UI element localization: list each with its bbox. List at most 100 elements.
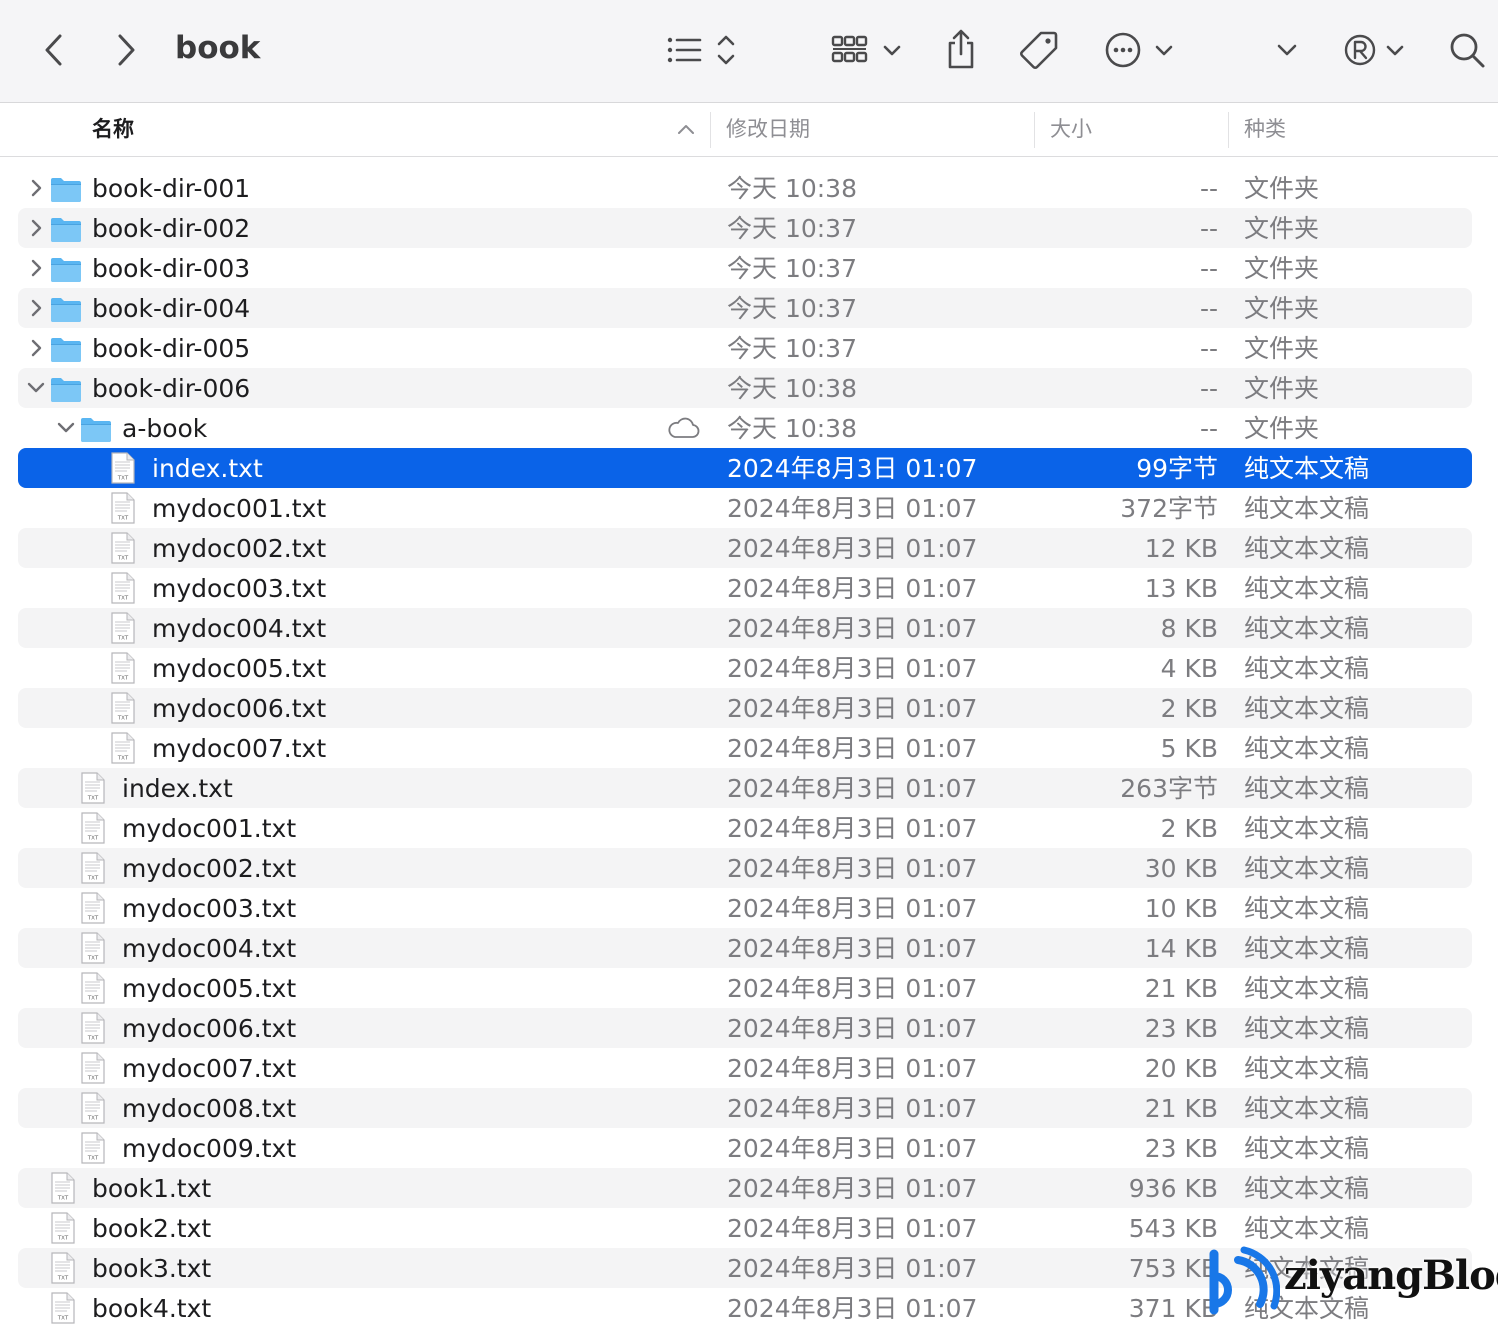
- svg-text:TXT: TXT: [117, 716, 129, 722]
- disclosure-expanded-icon[interactable]: [56, 417, 76, 439]
- svg-text:TXT: TXT: [87, 956, 99, 962]
- list-view-icon: [667, 35, 735, 65]
- modified-date: 今天 10:38: [727, 374, 857, 403]
- folder-row[interactable]: book-dir-002 今天 10:37 -- 文件夹: [18, 208, 1472, 248]
- file-row[interactable]: TXT mydoc002.txt 2024年8月3日 01:07 12 KB 纯文本文稿: [18, 528, 1472, 568]
- folder-row[interactable]: a-book 今天 10:38 -- 文件夹: [18, 408, 1472, 448]
- forward-button[interactable]: [108, 28, 144, 72]
- file-row[interactable]: TXT mydoc006.txt 2024年8月3日 01:07 2 KB 纯文本文稿: [18, 688, 1472, 728]
- file-row[interactable]: TXT index.txt 2024年8月3日 01:07 263字节 纯文本文稿: [18, 768, 1472, 808]
- share-button[interactable]: [940, 26, 982, 72]
- svg-text:TXT: TXT: [87, 1036, 99, 1042]
- svg-text:TXT: TXT: [87, 836, 99, 842]
- modified-date: 2024年8月3日 01:07: [727, 1054, 978, 1083]
- modified-date: 2024年8月3日 01:07: [727, 574, 978, 603]
- file-row[interactable]: TXT mydoc003.txt 2024年8月3日 01:07 13 KB 纯文本文稿: [18, 568, 1472, 608]
- column-size-header[interactable]: 大小: [1050, 103, 1092, 156]
- view-mode-button[interactable]: [660, 30, 740, 70]
- folder-row[interactable]: book-dir-004 今天 10:37 -- 文件夹: [18, 288, 1472, 328]
- group-button[interactable]: [828, 28, 906, 72]
- file-kind: 纯文本文稿: [1244, 1134, 1370, 1163]
- file-kind: 纯文本文稿: [1244, 614, 1370, 643]
- modified-date: 今天 10:38: [727, 414, 857, 443]
- disclosure-collapsed-icon[interactable]: [26, 257, 46, 279]
- chevron-down-icon: [1277, 44, 1297, 56]
- tag-button[interactable]: [1016, 28, 1062, 72]
- folder-row[interactable]: book-dir-001 今天 10:38 -- 文件夹: [18, 168, 1472, 208]
- file-name: book-dir-005: [92, 334, 251, 363]
- column-divider[interactable]: [710, 112, 711, 148]
- file-row[interactable]: TXT mydoc005.txt 2024年8月3日 01:07 21 KB 纯文本文稿: [18, 968, 1472, 1008]
- disclosure-collapsed-icon[interactable]: [26, 217, 46, 239]
- file-row[interactable]: TXT mydoc007.txt 2024年8月3日 01:07 20 KB 纯文本文稿: [18, 1048, 1472, 1088]
- file-kind: 文件夹: [1244, 174, 1320, 203]
- txt-file-icon: TXT: [51, 1172, 75, 1204]
- back-button[interactable]: [36, 28, 72, 72]
- column-kind-header[interactable]: 种类: [1244, 103, 1286, 156]
- file-name: mydoc002.txt: [152, 534, 327, 563]
- disclosure-collapsed-icon[interactable]: [26, 177, 46, 199]
- txt-file-icon: TXT: [81, 1012, 105, 1044]
- file-row[interactable]: TXT mydoc007.txt 2024年8月3日 01:07 5 KB 纯文本文稿: [18, 728, 1472, 768]
- column-divider[interactable]: [1034, 112, 1035, 148]
- file-row[interactable]: TXT mydoc002.txt 2024年8月3日 01:07 30 KB 纯文本文稿: [18, 848, 1472, 888]
- modified-date: 2024年8月3日 01:07: [727, 654, 978, 683]
- txt-file-icon: TXT: [81, 812, 105, 844]
- svg-text:TXT: TXT: [117, 636, 129, 642]
- file-row[interactable]: TXT book1.txt 2024年8月3日 01:07 936 KB 纯文本文稿: [18, 1168, 1472, 1208]
- folder-row[interactable]: book-dir-003 今天 10:37 -- 文件夹: [18, 248, 1472, 288]
- file-size: 372字节: [1120, 494, 1218, 523]
- file-row[interactable]: TXT mydoc006.txt 2024年8月3日 01:07 23 KB 纯文本文稿: [18, 1008, 1472, 1048]
- modified-date: 2024年8月3日 01:07: [727, 894, 978, 923]
- file-kind: 纯文本文稿: [1244, 934, 1370, 963]
- modified-date: 今天 10:37: [727, 334, 857, 363]
- svg-text:TXT: TXT: [87, 1076, 99, 1082]
- file-size: --: [1199, 254, 1218, 283]
- search-button[interactable]: [1444, 28, 1490, 72]
- file-row[interactable]: TXT mydoc005.txt 2024年8月3日 01:07 4 KB 纯文本文稿: [18, 648, 1472, 688]
- file-kind: 文件夹: [1244, 334, 1320, 363]
- file-kind: 文件夹: [1244, 294, 1320, 323]
- file-row[interactable]: TXT mydoc004.txt 2024年8月3日 01:07 8 KB 纯文本文稿: [18, 608, 1472, 648]
- file-kind: 纯文本文稿: [1244, 1174, 1370, 1203]
- file-row[interactable]: TXT mydoc009.txt 2024年8月3日 01:07 23 KB 纯文本文稿: [18, 1128, 1472, 1168]
- folder-row[interactable]: book-dir-006 今天 10:38 -- 文件夹: [18, 368, 1472, 408]
- disclosure-collapsed-icon[interactable]: [26, 337, 46, 359]
- folder-row[interactable]: book-dir-005 今天 10:37 -- 文件夹: [18, 328, 1472, 368]
- registered-button[interactable]: [1340, 28, 1410, 72]
- file-name: a-book: [122, 414, 208, 443]
- disclosure-expanded-icon[interactable]: [26, 377, 46, 399]
- file-size: 99字节: [1136, 454, 1218, 483]
- dropdown-button[interactable]: [1270, 34, 1304, 66]
- file-size: 5 KB: [1160, 734, 1218, 763]
- file-row[interactable]: TXT mydoc004.txt 2024年8月3日 01:07 14 KB 纯文本文稿: [18, 928, 1472, 968]
- column-divider[interactable]: [1228, 112, 1229, 148]
- file-row[interactable]: TXT mydoc001.txt 2024年8月3日 01:07 372字节 纯文本文稿: [18, 488, 1472, 528]
- svg-text:TXT: TXT: [57, 1236, 69, 1242]
- folder-icon: [51, 298, 81, 322]
- file-kind: 文件夹: [1244, 214, 1320, 243]
- file-row[interactable]: TXT mydoc008.txt 2024年8月3日 01:07 21 KB 纯文本文稿: [18, 1088, 1472, 1128]
- file-row[interactable]: TXT mydoc001.txt 2024年8月3日 01:07 2 KB 纯文本文稿: [18, 808, 1472, 848]
- svg-text:TXT: TXT: [57, 1276, 69, 1282]
- modified-date: 2024年8月3日 01:07: [727, 534, 978, 563]
- more-actions-button[interactable]: [1102, 28, 1176, 72]
- modified-date: 2024年8月3日 01:07: [727, 1254, 978, 1283]
- file-name: mydoc007.txt: [122, 1054, 297, 1083]
- file-kind: 纯文本文稿: [1244, 1054, 1370, 1083]
- file-row[interactable]: TXT index.txt 2024年8月3日 01:07 99字节 纯文本文稿: [18, 448, 1472, 488]
- file-size: 10 KB: [1144, 894, 1218, 923]
- disclosure-collapsed-icon[interactable]: [26, 297, 46, 319]
- file-size: 936 KB: [1128, 1174, 1218, 1203]
- column-name-header[interactable]: 名称: [92, 103, 134, 156]
- file-row[interactable]: TXT mydoc003.txt 2024年8月3日 01:07 10 KB 纯文本文稿: [18, 888, 1472, 928]
- modified-date: 2024年8月3日 01:07: [727, 1174, 978, 1203]
- svg-text:TXT: TXT: [57, 1196, 69, 1202]
- file-kind: 纯文本文稿: [1244, 454, 1370, 483]
- chevron-left-icon: [45, 34, 62, 66]
- column-date-header[interactable]: 修改日期: [726, 103, 810, 156]
- file-name: index.txt: [122, 774, 233, 803]
- grid-group-icon: [831, 35, 901, 63]
- tag-icon: [1020, 31, 1058, 69]
- file-row[interactable]: TXT book2.txt 2024年8月3日 01:07 543 KB 纯文本文稿: [18, 1208, 1472, 1248]
